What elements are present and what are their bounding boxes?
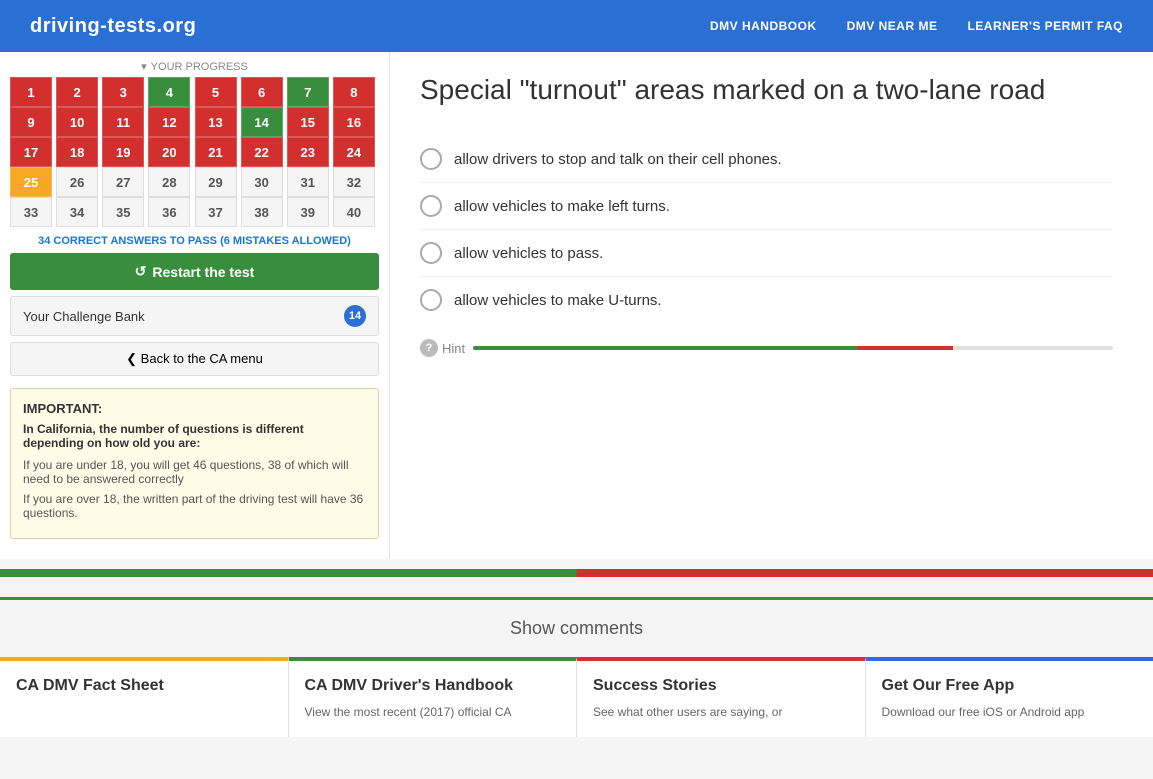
answer-option-a[interactable]: allow drivers to stop and talk on their … bbox=[420, 136, 1113, 183]
nav-dmv-handbook[interactable]: DMV HANDBOOK bbox=[710, 19, 817, 33]
challenge-badge: 14 bbox=[344, 305, 366, 327]
bottom-card-3[interactable]: Get Our Free App Download our free iOS o… bbox=[866, 657, 1153, 737]
grid-cell-18[interactable]: 18 bbox=[56, 137, 98, 167]
grid-cell-13[interactable]: 13 bbox=[195, 107, 237, 137]
grid-cell-9[interactable]: 9 bbox=[10, 107, 52, 137]
nav-dmv-near-me[interactable]: DMV NEAR ME bbox=[847, 19, 938, 33]
grid-cell-8[interactable]: 8 bbox=[333, 77, 375, 107]
grid-cell-37[interactable]: 37 bbox=[195, 197, 237, 227]
grid-cell-40[interactable]: 40 bbox=[333, 197, 375, 227]
divider-bar bbox=[0, 569, 1153, 577]
grid-cell-15[interactable]: 15 bbox=[287, 107, 329, 137]
answer-text-a: allow drivers to stop and talk on their … bbox=[454, 151, 782, 168]
grid-cell-35[interactable]: 35 bbox=[102, 197, 144, 227]
grid-cell-2[interactable]: 2 bbox=[56, 77, 98, 107]
grid-cell-21[interactable]: 21 bbox=[195, 137, 237, 167]
back-button[interactable]: ❮ Back to the CA menu bbox=[10, 342, 379, 376]
grid-cell-10[interactable]: 10 bbox=[56, 107, 98, 137]
nav-learners-permit-faq[interactable]: LEARNER'S PERMIT FAQ bbox=[967, 19, 1123, 33]
bottom-card-1[interactable]: CA DMV Driver's Handbook View the most r… bbox=[289, 657, 578, 737]
question-title: Special "turnout" areas marked on a two-… bbox=[420, 72, 1113, 108]
progress-fill-red bbox=[857, 346, 953, 350]
grid-cell-1[interactable]: 1 bbox=[10, 77, 52, 107]
question-area: Special "turnout" areas marked on a two-… bbox=[390, 52, 1153, 559]
show-comments-button[interactable]: Show comments bbox=[0, 597, 1153, 657]
grid-cell-24[interactable]: 24 bbox=[333, 137, 375, 167]
challenge-bank-button[interactable]: Your Challenge Bank 14 bbox=[10, 296, 379, 336]
progress-label: ▾ YOUR PROGRESS bbox=[0, 52, 389, 77]
grid-cell-33[interactable]: 33 bbox=[10, 197, 52, 227]
grid-cell-27[interactable]: 27 bbox=[102, 167, 144, 197]
important-title: IMPORTANT: bbox=[23, 401, 366, 416]
main-layout: ▾ YOUR PROGRESS 123456789101112131415161… bbox=[0, 52, 1153, 559]
grid-cell-4[interactable]: 4 bbox=[148, 77, 190, 107]
grid-cell-3[interactable]: 3 bbox=[102, 77, 144, 107]
site-logo[interactable]: driving-tests.org bbox=[30, 15, 196, 38]
radio-d bbox=[420, 289, 442, 311]
important-box: IMPORTANT: In California, the number of … bbox=[10, 388, 379, 539]
bottom-cards: CA DMV Fact Sheet CA DMV Driver's Handbo… bbox=[0, 657, 1153, 737]
grid-cell-36[interactable]: 36 bbox=[148, 197, 190, 227]
progress-bar-area: ? Hint bbox=[420, 339, 1113, 357]
hint-button[interactable]: ? Hint bbox=[420, 339, 465, 357]
answer-option-b[interactable]: allow vehicles to make left turns. bbox=[420, 183, 1113, 230]
answer-option-c[interactable]: allow vehicles to pass. bbox=[420, 230, 1113, 277]
header: driving-tests.org DMV HANDBOOK DMV NEAR … bbox=[0, 0, 1153, 52]
grid-cell-5[interactable]: 5 bbox=[195, 77, 237, 107]
grid-cell-19[interactable]: 19 bbox=[102, 137, 144, 167]
answer-text-c: allow vehicles to pass. bbox=[454, 245, 603, 262]
grid-cell-23[interactable]: 23 bbox=[287, 137, 329, 167]
bottom-card-title-2: Success Stories bbox=[593, 677, 849, 695]
bottom-card-2[interactable]: Success Stories See what other users are… bbox=[577, 657, 866, 737]
grid-cell-31[interactable]: 31 bbox=[287, 167, 329, 197]
grid-cell-11[interactable]: 11 bbox=[102, 107, 144, 137]
grid-cell-6[interactable]: 6 bbox=[241, 77, 283, 107]
hint-icon: ? bbox=[420, 339, 438, 357]
grid-cell-38[interactable]: 38 bbox=[241, 197, 283, 227]
important-text-2: If you are over 18, the written part of … bbox=[23, 492, 366, 520]
important-body: In California, the number of questions i… bbox=[23, 422, 366, 450]
radio-c bbox=[420, 242, 442, 264]
radio-b bbox=[420, 195, 442, 217]
important-text-1: If you are under 18, you will get 46 que… bbox=[23, 458, 366, 486]
grid-cell-30[interactable]: 30 bbox=[241, 167, 283, 197]
restart-button[interactable]: ↺ Restart the test bbox=[10, 253, 379, 290]
answer-options: allow drivers to stop and talk on their … bbox=[420, 136, 1113, 323]
grid-cell-22[interactable]: 22 bbox=[241, 137, 283, 167]
bottom-card-title-1: CA DMV Driver's Handbook bbox=[305, 677, 561, 695]
radio-a bbox=[420, 148, 442, 170]
sidebar: ▾ YOUR PROGRESS 123456789101112131415161… bbox=[0, 52, 390, 559]
bottom-card-text-3: Download our free iOS or Android app bbox=[882, 703, 1138, 721]
grid-cell-32[interactable]: 32 bbox=[333, 167, 375, 197]
grid-cell-12[interactable]: 12 bbox=[148, 107, 190, 137]
grid-cell-14[interactable]: 14 bbox=[241, 107, 283, 137]
bottom-card-title-0: CA DMV Fact Sheet bbox=[16, 677, 272, 695]
grid-cell-29[interactable]: 29 bbox=[195, 167, 237, 197]
hint-label: Hint bbox=[442, 341, 465, 356]
grid-cell-26[interactable]: 26 bbox=[56, 167, 98, 197]
bottom-card-title-3: Get Our Free App bbox=[882, 677, 1138, 695]
grid-cell-25[interactable]: 25 bbox=[10, 167, 52, 197]
restart-icon: ↺ bbox=[135, 263, 147, 280]
grid-cell-28[interactable]: 28 bbox=[148, 167, 190, 197]
bottom-card-text-1: View the most recent (2017) official CA bbox=[305, 703, 561, 721]
progress-fill-green bbox=[473, 346, 857, 350]
question-grid: 1234567891011121314151617181920212223242… bbox=[10, 77, 379, 227]
answer-text-d: allow vehicles to make U-turns. bbox=[454, 292, 662, 309]
grid-cell-7[interactable]: 7 bbox=[287, 77, 329, 107]
grid-cell-17[interactable]: 17 bbox=[10, 137, 52, 167]
pass-info: 34 CORRECT ANSWERS TO PASS (6 MISTAKES A… bbox=[0, 235, 389, 247]
answer-option-d[interactable]: allow vehicles to make U-turns. bbox=[420, 277, 1113, 323]
header-nav: DMV HANDBOOK DMV NEAR ME LEARNER'S PERMI… bbox=[710, 19, 1123, 33]
grid-cell-20[interactable]: 20 bbox=[148, 137, 190, 167]
answer-text-b: allow vehicles to make left turns. bbox=[454, 198, 670, 215]
bottom-card-0[interactable]: CA DMV Fact Sheet bbox=[0, 657, 289, 737]
grid-cell-16[interactable]: 16 bbox=[333, 107, 375, 137]
chevron-down-icon: ▾ bbox=[141, 60, 147, 73]
bottom-card-text-2: See what other users are saying, or bbox=[593, 703, 849, 721]
grid-cell-34[interactable]: 34 bbox=[56, 197, 98, 227]
grid-cell-39[interactable]: 39 bbox=[287, 197, 329, 227]
progress-track bbox=[473, 346, 1113, 350]
